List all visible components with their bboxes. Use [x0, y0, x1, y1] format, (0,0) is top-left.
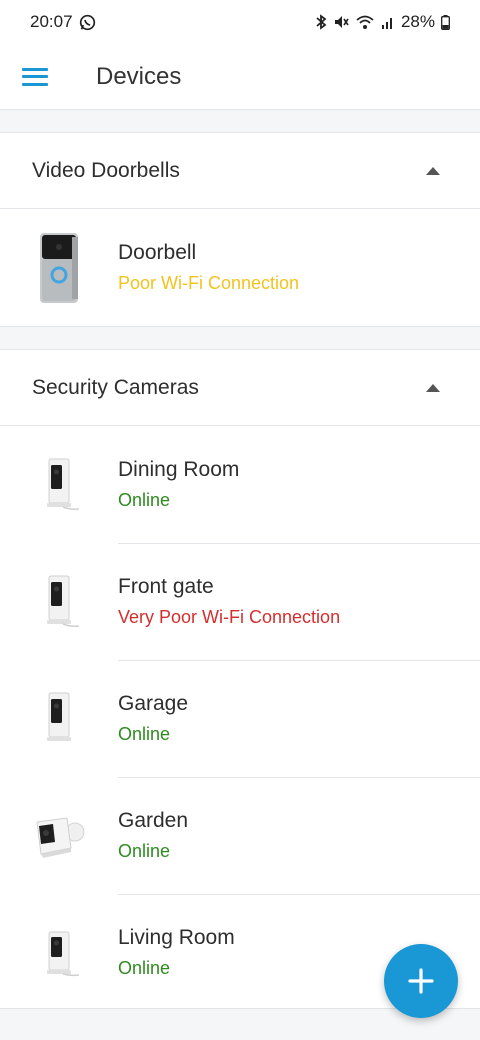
indoor-camera-icon: [0, 543, 118, 660]
device-row-garage[interactable]: Garage Online: [0, 660, 480, 777]
battery-icon: [441, 14, 450, 30]
indoor-camera-icon: [0, 426, 118, 543]
section-video-doorbells: Video Doorbells Doorbell Poor Wi-Fi Conn…: [0, 132, 480, 327]
device-name: Doorbell: [118, 241, 197, 264]
device-info: Living Room Online: [118, 926, 235, 979]
signal-icon: [381, 18, 392, 29]
device-info: Dining Room Online: [118, 458, 239, 511]
status-bar-right: 28%: [315, 12, 450, 32]
section-title: Video Doorbells: [32, 158, 180, 182]
status-bar-left: 20:07: [30, 12, 96, 32]
device-status: Poor Wi-Fi Connection: [118, 273, 300, 293]
indoor-camera-icon: [0, 660, 118, 777]
device-row-dining-room[interactable]: Dining Room Online: [0, 426, 480, 543]
device-status: Online: [118, 841, 171, 861]
device-name: Garage: [118, 692, 189, 715]
section-security-cameras: Security Cameras Dining Room Online Fron…: [0, 349, 480, 1012]
device-info: Garden Online: [118, 809, 188, 862]
hamburger-icon[interactable]: [22, 67, 48, 86]
clock: 20:07: [30, 12, 73, 31]
device-status: Very Poor Wi-Fi Connection: [118, 607, 341, 627]
device-info: Garage Online: [118, 692, 188, 745]
indoor-camera-icon: [0, 894, 118, 1011]
device-name: Dining Room: [118, 458, 240, 481]
collapse-caret-icon[interactable]: [426, 383, 440, 392]
spotlight-camera-icon: [0, 777, 118, 894]
status-bar: 20:07 28%: [0, 0, 480, 44]
bluetooth-icon: [316, 14, 327, 30]
device-row-garden[interactable]: Garden Online: [0, 777, 480, 894]
doorbell-icon: [0, 209, 118, 326]
section-header-video-doorbells[interactable]: Video Doorbells: [0, 133, 480, 209]
device-status: Online: [118, 958, 171, 978]
device-status: Online: [118, 724, 171, 744]
device-info: Doorbell Poor Wi-Fi Connection: [118, 241, 299, 294]
wifi-icon: [356, 15, 374, 29]
device-row-doorbell[interactable]: Doorbell Poor Wi-Fi Connection: [0, 209, 480, 326]
section-header-security-cameras[interactable]: Security Cameras: [0, 350, 480, 426]
device-name: Garden: [118, 809, 189, 832]
device-status: Online: [118, 490, 171, 510]
device-name: Living Room: [118, 926, 235, 949]
add-device-button[interactable]: [384, 944, 458, 1018]
page-title: Devices: [96, 62, 182, 90]
device-info: Front gate Very Poor Wi-Fi Connection: [118, 575, 340, 628]
device-row-front-gate[interactable]: Front gate Very Poor Wi-Fi Connection: [0, 543, 480, 660]
device-name: Front gate: [118, 575, 214, 598]
battery-level: 28%: [400, 12, 435, 31]
plus-icon: [408, 968, 434, 994]
app-bar: Devices: [0, 44, 480, 110]
whatsapp-icon: [79, 14, 95, 30]
collapse-caret-icon[interactable]: [426, 166, 440, 175]
section-title: Security Cameras: [32, 375, 199, 399]
mute-icon: [334, 16, 349, 28]
